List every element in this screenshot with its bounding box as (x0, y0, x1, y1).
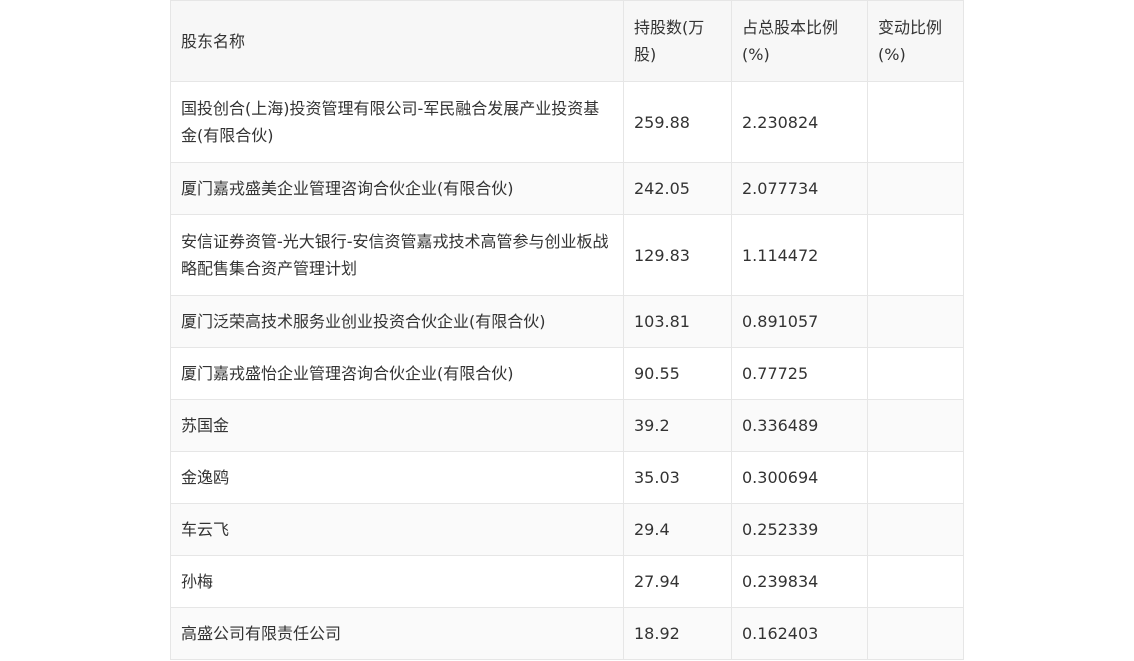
cell-shares: 39.2 (623, 399, 732, 452)
header-shares: 持股数(万股) (623, 0, 732, 82)
table-header: 股东名称 持股数(万股) 占总股本比例(%) 变动比例(%) (170, 0, 964, 82)
cell-shares: 129.83 (623, 214, 732, 296)
cell-change-ratio (867, 214, 964, 296)
cell-shares: 18.92 (623, 607, 732, 660)
cell-change-ratio (867, 162, 964, 215)
table-row: 国投创合(上海)投资管理有限公司-军民融合发展产业投资基金(有限合伙) 259.… (170, 81, 964, 163)
cell-shareholder-name: 苏国金 (170, 399, 624, 452)
table-row: 厦门泛荣高技术服务业创业投资合伙企业(有限合伙) 103.81 0.891057 (170, 295, 964, 348)
cell-ratio: 2.230824 (731, 81, 868, 163)
cell-shares: 103.81 (623, 295, 732, 348)
cell-change-ratio (867, 607, 964, 660)
table-row: 安信证券资管-光大银行-安信资管嘉戎技术高管参与创业板战略配售集合资产管理计划 … (170, 214, 964, 296)
cell-shareholder-name: 车云飞 (170, 503, 624, 556)
cell-shareholder-name: 国投创合(上海)投资管理有限公司-军民融合发展产业投资基金(有限合伙) (170, 81, 624, 163)
cell-shareholder-name: 金逸鸥 (170, 451, 624, 504)
header-row: 股东名称 持股数(万股) 占总股本比例(%) 变动比例(%) (170, 0, 964, 82)
table-body: 国投创合(上海)投资管理有限公司-军民融合发展产业投资基金(有限合伙) 259.… (170, 81, 964, 660)
cell-ratio: 0.162403 (731, 607, 868, 660)
cell-shareholder-name: 厦门嘉戎盛美企业管理咨询合伙企业(有限合伙) (170, 162, 624, 215)
cell-shareholder-name: 厦门嘉戎盛怡企业管理咨询合伙企业(有限合伙) (170, 347, 624, 400)
table-row: 金逸鸥 35.03 0.300694 (170, 451, 964, 504)
table-row: 车云飞 29.4 0.252339 (170, 503, 964, 556)
table-row: 厦门嘉戎盛怡企业管理咨询合伙企业(有限合伙) 90.55 0.77725 (170, 347, 964, 400)
cell-change-ratio (867, 555, 964, 608)
header-shareholder-name: 股东名称 (170, 0, 624, 82)
cell-change-ratio (867, 347, 964, 400)
cell-shares: 29.4 (623, 503, 732, 556)
cell-shareholder-name: 孙梅 (170, 555, 624, 608)
cell-ratio: 0.77725 (731, 347, 868, 400)
cell-shareholder-name: 厦门泛荣高技术服务业创业投资合伙企业(有限合伙) (170, 295, 624, 348)
cell-change-ratio (867, 451, 964, 504)
table-row: 高盛公司有限责任公司 18.92 0.162403 (170, 607, 964, 660)
cell-change-ratio (867, 503, 964, 556)
cell-ratio: 0.891057 (731, 295, 868, 348)
cell-shares: 35.03 (623, 451, 732, 504)
cell-change-ratio (867, 399, 964, 452)
cell-shares: 242.05 (623, 162, 732, 215)
cell-ratio: 0.239834 (731, 555, 868, 608)
cell-ratio: 0.300694 (731, 451, 868, 504)
table-row: 厦门嘉戎盛美企业管理咨询合伙企业(有限合伙) 242.05 2.077734 (170, 162, 964, 215)
shareholders-table: 股东名称 持股数(万股) 占总股本比例(%) 变动比例(%) 国投创合(上海)投… (170, 0, 964, 660)
cell-ratio: 2.077734 (731, 162, 868, 215)
table-row: 苏国金 39.2 0.336489 (170, 399, 964, 452)
cell-shareholder-name: 高盛公司有限责任公司 (170, 607, 624, 660)
cell-ratio: 0.336489 (731, 399, 868, 452)
cell-change-ratio (867, 295, 964, 348)
cell-shares: 90.55 (623, 347, 732, 400)
header-ratio: 占总股本比例(%) (731, 0, 868, 82)
cell-ratio: 0.252339 (731, 503, 868, 556)
table-row: 孙梅 27.94 0.239834 (170, 555, 964, 608)
cell-ratio: 1.114472 (731, 214, 868, 296)
cell-change-ratio (867, 81, 964, 163)
cell-shareholder-name: 安信证券资管-光大银行-安信资管嘉戎技术高管参与创业板战略配售集合资产管理计划 (170, 214, 624, 296)
header-change-ratio: 变动比例(%) (867, 0, 964, 82)
cell-shares: 27.94 (623, 555, 732, 608)
cell-shares: 259.88 (623, 81, 732, 163)
